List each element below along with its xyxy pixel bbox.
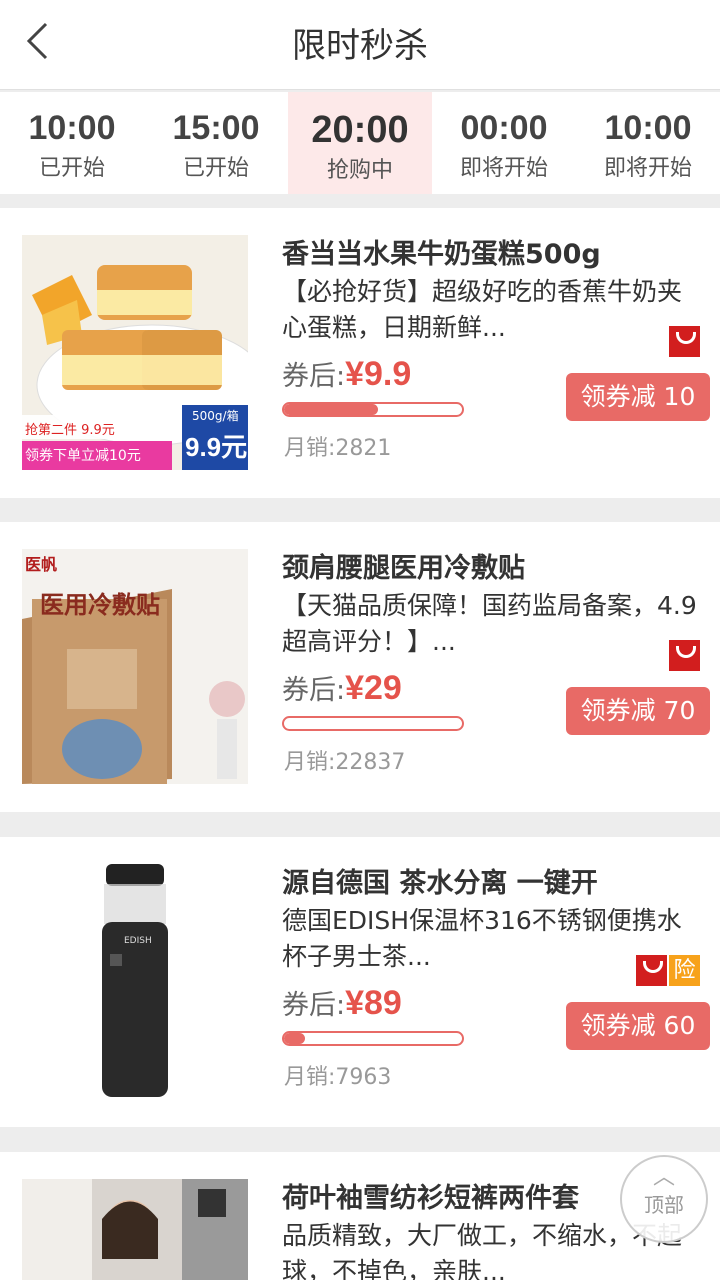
coupon-button[interactable]: 领券减 70 bbox=[566, 687, 710, 735]
product-name[interactable]: 源自德国 茶水分离 一键开 bbox=[282, 861, 598, 900]
price: ¥29 bbox=[345, 669, 402, 707]
product-card[interactable]: 荷叶袖雪纺衫短裤两件套 品质精致，大厂做工，不缩水，不起球，不掉色，亲肤... bbox=[0, 1152, 720, 1280]
monthly-sales: 月销:22837 bbox=[284, 750, 406, 775]
price: ¥89 bbox=[345, 984, 402, 1022]
image-brand-text: 医帆 bbox=[25, 555, 58, 574]
price-prefix: 券后: bbox=[282, 990, 346, 1021]
insurance-icon: 险 bbox=[669, 955, 700, 986]
sales-progress-bar bbox=[282, 1031, 464, 1046]
coupon-button[interactable]: 领券减 10 bbox=[566, 373, 710, 421]
product-image-cold-patch[interactable]: 医帆 医用冷敷贴 bbox=[22, 549, 248, 784]
monthly-sales: 月销:7963 bbox=[284, 1065, 392, 1090]
back-to-top-label: 顶部 bbox=[644, 1193, 684, 1217]
product-description: 【必抢好货】超级好吃的香蕉牛奶夹心蛋糕，日期新鲜... bbox=[282, 277, 683, 342]
monthly-sales: 月销:2821 bbox=[284, 436, 392, 461]
product-image-blouse-set[interactable] bbox=[22, 1179, 248, 1280]
tab-status: 即将开始 bbox=[603, 156, 692, 181]
tab-status: 已开始 bbox=[38, 156, 105, 181]
product-name[interactable]: 荷叶袖雪纺衫短裤两件套 bbox=[282, 1176, 579, 1215]
tab-1000[interactable]: 10:00 已开始 bbox=[0, 92, 144, 194]
price: ¥9.9 bbox=[345, 355, 412, 393]
header: 限时秒杀 bbox=[0, 0, 720, 90]
image-title-text: 医用冷敷贴 bbox=[40, 591, 160, 619]
tab-1000-next[interactable]: 10:00 即将开始 bbox=[576, 92, 720, 194]
price-prefix: 券后: bbox=[282, 675, 346, 706]
time-tabs: 10:00 已开始 15:00 已开始 20:00 抢购中 00:00 即将开始… bbox=[0, 92, 720, 194]
tab-status: 抢购中 bbox=[326, 158, 393, 183]
tab-0000[interactable]: 00:00 即将开始 bbox=[432, 92, 576, 194]
progress-fill bbox=[284, 404, 379, 415]
image-promo-text: 领券下单立减10元 bbox=[25, 448, 141, 464]
tmall-icon bbox=[636, 955, 667, 986]
price-prefix: 券后: bbox=[282, 361, 346, 392]
badges: 险 bbox=[636, 955, 700, 986]
product-image-cake[interactable]: 抢第二件 9.9元 领券下单立减10元 500g/箱 9.9元 bbox=[22, 235, 248, 470]
tab-2000-active[interactable]: 20:00 抢购中 bbox=[288, 92, 432, 194]
product-card[interactable]: 医帆 医用冷敷贴 颈肩腰腿医用冷敷贴 【天猫品质保障！国药监局备案，4.9超高评… bbox=[0, 522, 720, 812]
chevron-up-icon: ︿ bbox=[652, 1165, 675, 1190]
price-row: 券后:¥9.9 bbox=[282, 354, 411, 394]
price-row: 券后:¥29 bbox=[282, 668, 402, 708]
badges bbox=[669, 640, 700, 671]
tmall-icon bbox=[669, 326, 700, 357]
product-card[interactable]: EDISH 源自德国 茶水分离 一键开 德国EDISH保温杯316不锈钢便携水杯… bbox=[0, 837, 720, 1127]
badges bbox=[669, 326, 700, 357]
tab-time: 00:00 bbox=[460, 109, 548, 147]
tab-1500[interactable]: 15:00 已开始 bbox=[144, 92, 288, 194]
sales-progress-bar bbox=[282, 402, 464, 417]
tab-time: 15:00 bbox=[172, 109, 260, 147]
product-name[interactable]: 颈肩腰腿医用冷敷贴 bbox=[282, 546, 525, 585]
coupon-button[interactable]: 领券减 60 bbox=[566, 1002, 710, 1050]
product-description: 【天猫品质保障！国药监局备案，4.9超高评分！】... bbox=[282, 591, 697, 656]
back-to-top-button[interactable]: ︿ 顶部 bbox=[620, 1155, 708, 1243]
image-box-text: 500g/箱 bbox=[192, 409, 239, 423]
product-name[interactable]: 香当当水果牛奶蛋糕500g bbox=[282, 232, 601, 271]
tmall-icon bbox=[669, 640, 700, 671]
tab-status: 已开始 bbox=[182, 156, 249, 181]
tab-time: 10:00 bbox=[28, 109, 116, 147]
product-image-thermos[interactable]: EDISH bbox=[22, 864, 248, 1099]
progress-fill bbox=[284, 1033, 306, 1044]
tab-status: 即将开始 bbox=[459, 156, 548, 181]
image-price-text: 9.9元 bbox=[185, 432, 248, 462]
price-row: 券后:¥89 bbox=[282, 983, 402, 1023]
page-title: 限时秒杀 bbox=[292, 26, 428, 66]
tab-time: 10:00 bbox=[604, 109, 692, 147]
sales-progress-bar bbox=[282, 716, 464, 731]
product-card[interactable]: 抢第二件 9.9元 领券下单立减10元 500g/箱 9.9元 香当当水果牛奶蛋… bbox=[0, 208, 720, 498]
image-promo-text: 抢第二件 9.9元 bbox=[25, 423, 115, 438]
image-brand-text: EDISH bbox=[124, 936, 152, 946]
tab-time: 20:00 bbox=[311, 109, 409, 151]
